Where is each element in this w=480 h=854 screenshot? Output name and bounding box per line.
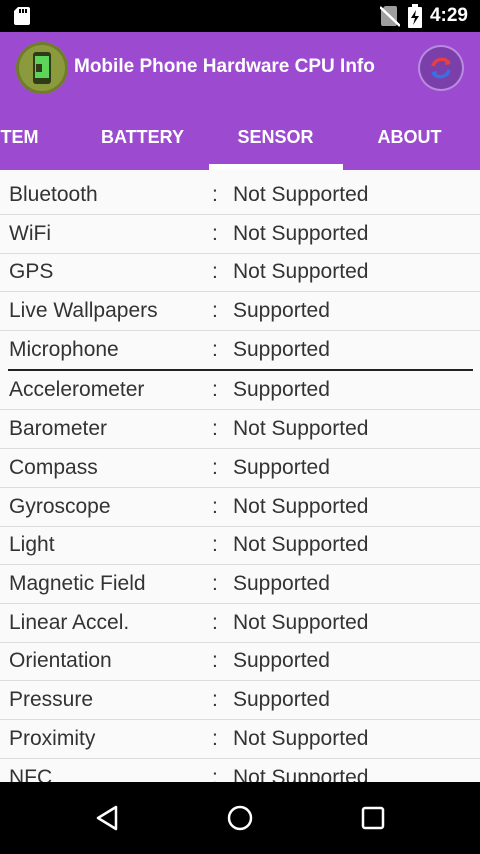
sensor-status: Not Supported (233, 495, 369, 518)
feature-name: Live Wallpapers (9, 299, 158, 322)
sensor-status: Supported (233, 649, 330, 672)
refresh-button[interactable] (420, 47, 462, 89)
refresh-icon (431, 57, 451, 79)
tab-bar: STEM BATTERY SENSOR ABOUT (0, 104, 480, 170)
tab-about[interactable]: ABOUT (343, 104, 476, 170)
sensor-status: Supported (233, 456, 330, 479)
tab-sensor[interactable]: SENSOR (209, 104, 342, 170)
sensor-name: Magnetic Field (9, 572, 146, 595)
list-item: NFC : Not Supported (0, 759, 480, 782)
sensor-name: Pressure (9, 688, 94, 711)
sensor-name: Accelerometer (9, 378, 145, 401)
back-icon (96, 805, 118, 831)
feature-status: Not Supported (233, 222, 369, 245)
sensor-list[interactable]: Bluetooth : Not Supported WiFi : Not Sup… (0, 170, 480, 782)
feature-status: Supported (233, 299, 330, 322)
list-item: Barometer : Not Supported (0, 410, 480, 449)
list-item: Proximity : Not Supported (0, 720, 480, 759)
tab-battery[interactable]: BATTERY (76, 104, 209, 170)
list-item: Magnetic Field : Supported (0, 565, 480, 604)
feature-status: Not Supported (233, 260, 369, 283)
sensor-name: Orientation (9, 649, 112, 672)
sensor-name: Gyroscope (9, 495, 111, 518)
battery-charging-icon (407, 4, 422, 28)
app-bar: Mobile Phone Hardware CPU Info (0, 32, 480, 104)
sensor-status: Not Supported (233, 611, 369, 634)
list-item: Orientation : Supported (0, 642, 480, 681)
list-item: Pressure : Supported (0, 681, 480, 720)
separator: : (212, 338, 218, 361)
sensor-status: Not Supported (233, 727, 369, 750)
sensor-status: Not Supported (233, 766, 369, 782)
sensor-name: Proximity (9, 727, 96, 750)
separator: : (212, 222, 218, 245)
list-item: GPS : Not Supported (0, 253, 480, 292)
app-title: Mobile Phone Hardware CPU Info (74, 56, 375, 77)
status-bar: 4:29 (0, 0, 480, 32)
list-item: Light : Not Supported (0, 526, 480, 565)
separator: : (212, 299, 218, 322)
sensor-status: Supported (233, 572, 330, 595)
feature-name: Bluetooth (9, 183, 98, 206)
separator: : (212, 378, 218, 401)
separator: : (212, 417, 218, 440)
list-item: Linear Accel. : Not Supported (0, 604, 480, 643)
separator: : (212, 611, 218, 634)
list-item: WiFi : Not Supported (0, 215, 480, 254)
separator: : (212, 649, 218, 672)
feature-name: GPS (9, 260, 54, 283)
recents-button[interactable] (353, 798, 393, 838)
separator: : (212, 727, 218, 750)
list-item: Compass : Supported (0, 449, 480, 488)
sensor-name: Light (9, 533, 55, 556)
separator: : (212, 260, 218, 283)
sensor-status: Not Supported (233, 417, 369, 440)
clock: 4:29 (429, 5, 468, 26)
separator: : (212, 183, 218, 206)
phone-chip-logo-icon (16, 42, 68, 94)
separator: : (212, 572, 218, 595)
navigation-bar (0, 782, 480, 854)
feature-status: Supported (233, 338, 330, 361)
no-sim-icon (379, 6, 400, 27)
tab-system[interactable]: STEM (0, 104, 80, 170)
list-item: Gyroscope : Not Supported (0, 488, 480, 527)
sensor-name: Barometer (9, 417, 108, 440)
feature-name: WiFi (9, 222, 51, 245)
separator: : (212, 456, 218, 479)
sensor-name: NFC (9, 766, 53, 782)
sensor-status: Supported (233, 378, 330, 401)
feature-name: Microphone (9, 338, 119, 361)
sensor-name: Linear Accel. (9, 611, 130, 634)
sd-card-icon (14, 7, 30, 25)
list-item: Live Wallpapers : Supported (0, 292, 480, 331)
separator: : (212, 688, 218, 711)
recents-icon (361, 806, 385, 830)
sensor-name: Compass (9, 456, 98, 479)
back-button[interactable] (87, 798, 127, 838)
sensor-status: Supported (233, 688, 330, 711)
list-item: Accelerometer : Supported (0, 371, 480, 410)
separator: : (212, 533, 218, 556)
sensor-status: Not Supported (233, 533, 369, 556)
list-item: Microphone : Supported (0, 331, 480, 369)
separator: : (212, 495, 218, 518)
home-button[interactable] (220, 798, 260, 838)
list-item: Bluetooth : Not Supported (0, 176, 480, 215)
feature-status: Not Supported (233, 183, 369, 206)
separator: : (212, 766, 218, 782)
home-icon (227, 805, 253, 831)
